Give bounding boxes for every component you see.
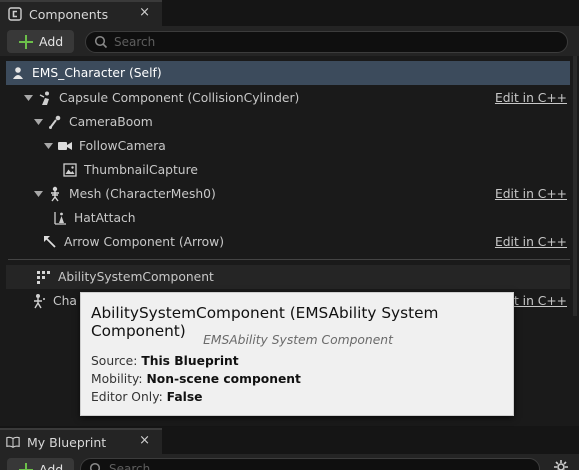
tree-label: HatAttach: [74, 211, 136, 225]
blueprint-search-box[interactable]: [80, 458, 540, 470]
add-blueprint-item-button[interactable]: Add: [7, 458, 74, 470]
add-component-button[interactable]: Add: [7, 30, 74, 53]
tree-row-arrow[interactable]: Arrow Component (Arrow) Edit in C++: [0, 230, 570, 254]
chevron-down-icon[interactable]: [33, 117, 43, 127]
component-tooltip: AbilitySystemComponent (EMSAbility Syste…: [80, 292, 514, 416]
tab-title: Components: [29, 6, 109, 22]
source-label: Source:: [91, 354, 138, 368]
add-label: Add: [39, 34, 64, 49]
capsule-icon: [37, 90, 53, 106]
tab-title: My Blueprint: [27, 434, 107, 450]
close-icon[interactable]: ×: [139, 433, 150, 448]
blueprint-class-icon: [8, 7, 22, 21]
plus-icon: [19, 34, 33, 49]
tree-row-self[interactable]: EMS_Character (Self): [6, 61, 570, 85]
chevron-down-icon[interactable]: [23, 93, 33, 103]
tooltip-mobility: Mobility: Non-scene component: [91, 372, 301, 386]
arrow-icon: [42, 234, 58, 250]
tooltip-editor-only: Editor Only: False: [91, 390, 203, 404]
tree-label: Cha: [53, 294, 77, 308]
tree-row-mesh[interactable]: Mesh (CharacterMesh0) Edit in C++: [0, 182, 570, 206]
tree-row-abilitysystem[interactable]: AbilitySystemComponent: [6, 265, 570, 289]
edit-in-cpp-link[interactable]: Edit in C++: [495, 91, 567, 105]
add-label: Add: [39, 462, 64, 470]
tree-row-capsule[interactable]: Capsule Component (CollisionCylinder) Ed…: [0, 86, 570, 110]
spring-arm-icon: [47, 114, 63, 130]
character-icon: [10, 65, 26, 81]
components-toolbar: Add: [0, 26, 579, 56]
tree-label: ThumbnailCapture: [84, 163, 198, 177]
tree-label: EMS_Character (Self): [32, 66, 162, 80]
tree-label: AbilitySystemComponent: [58, 270, 214, 284]
movement-icon: [31, 293, 47, 309]
tooltip-subtitle: EMSAbility System Component: [203, 333, 393, 347]
socket-icon: [52, 210, 68, 226]
tree-row-cameraboom[interactable]: CameraBoom: [0, 110, 570, 134]
search-icon: [94, 35, 108, 49]
close-icon[interactable]: ×: [139, 5, 150, 20]
tab-my-blueprint[interactable]: My Blueprint ×: [0, 428, 162, 454]
plus-icon: [19, 462, 33, 470]
tree-row-hatattach[interactable]: HatAttach: [0, 206, 570, 230]
mobility-value: Non-scene component: [146, 372, 301, 386]
tooltip-source: Source: This Blueprint: [91, 354, 239, 368]
editor-only-label: Editor Only:: [91, 390, 163, 404]
component-icon: [36, 269, 52, 285]
gear-icon[interactable]: [553, 459, 569, 470]
tree-label: Arrow Component (Arrow): [64, 235, 225, 249]
blueprint-toolbar: Add: [0, 454, 579, 470]
tree-label: Capsule Component (CollisionCylinder): [59, 91, 300, 105]
tab-components[interactable]: Components ×: [0, 0, 162, 26]
edit-in-cpp-link[interactable]: Edit in C++: [495, 235, 567, 249]
search-icon: [89, 462, 103, 470]
source-value: This Blueprint: [141, 354, 239, 368]
edit-in-cpp-link[interactable]: Edit in C++: [495, 187, 567, 201]
chevron-down-icon[interactable]: [33, 189, 43, 199]
skeleton-icon: [47, 186, 63, 202]
tree-label: CameraBoom: [69, 115, 153, 129]
scrollbar[interactable]: [573, 56, 577, 316]
mobility-label: Mobility:: [91, 372, 143, 386]
tree-row-followcamera[interactable]: FollowCamera: [0, 134, 570, 158]
search-box[interactable]: [85, 31, 568, 53]
divider: [8, 259, 570, 260]
book-icon: [6, 435, 20, 449]
blueprint-tabbar: My Blueprint ×: [0, 428, 579, 454]
search-input[interactable]: [114, 35, 534, 49]
image-icon: [62, 162, 78, 178]
components-tabbar: Components ×: [0, 0, 579, 26]
camera-icon: [57, 138, 73, 154]
tree-label: FollowCamera: [79, 139, 166, 153]
blueprint-search-input[interactable]: [109, 462, 529, 470]
tree-label: Mesh (CharacterMesh0): [69, 187, 216, 201]
tree-row-thumbnailcapture[interactable]: ThumbnailCapture: [0, 158, 570, 182]
chevron-down-icon[interactable]: [43, 141, 53, 151]
editor-only-value: False: [166, 390, 203, 404]
